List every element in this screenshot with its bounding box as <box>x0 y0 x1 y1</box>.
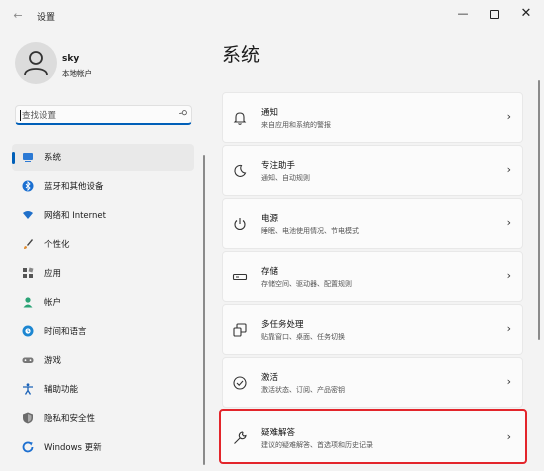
bluetooth-icon <box>22 180 34 192</box>
card-title: 电源 <box>261 214 279 224</box>
wrench-icon <box>234 431 247 444</box>
page-title: 系统 <box>222 44 261 66</box>
window-title: 设置 <box>37 13 56 23</box>
sidebar-scrollbar[interactable] <box>203 155 205 465</box>
apps-icon <box>23 267 34 278</box>
search-input[interactable]: 查找设置 ⚲ <box>15 105 192 125</box>
chevron-right-icon: › <box>506 110 511 123</box>
card-subtitle: 贴靠窗口、桌面、任务切换 <box>261 333 345 341</box>
account-type: 本地帐户 <box>62 69 92 78</box>
sidebar-item-apps[interactable]: 应用 <box>12 260 194 287</box>
search-icon[interactable]: ⚲ <box>177 109 188 117</box>
chevron-right-icon: › <box>506 375 511 388</box>
card-subtitle: 通知、自动规则 <box>261 174 310 182</box>
person-icon <box>23 297 33 308</box>
card-title: 存储 <box>261 267 279 277</box>
card-multitasking[interactable]: 多任务处理 贴靠窗口、桌面、任务切换 › <box>222 304 523 355</box>
chevron-right-icon: › <box>506 216 511 229</box>
card-activation[interactable]: 激活 激活状态、订阅、产品密钥 › <box>222 357 523 408</box>
user-name: sky <box>62 54 80 64</box>
card-title: 疑难解答 <box>261 428 296 438</box>
bell-icon <box>233 112 247 125</box>
card-notifications[interactable]: 通知 来自应用和系统的警报 › <box>222 92 523 143</box>
card-power[interactable]: 电源 睡眠、电池使用情况、节电模式 › <box>222 198 523 249</box>
back-arrow-icon[interactable]: ← <box>10 8 26 24</box>
sidebar-item-label: 个性化 <box>44 240 70 250</box>
globe-clock-icon <box>22 325 34 337</box>
maximize-icon <box>489 9 499 19</box>
sidebar-item-label: 时间和语言 <box>44 327 87 337</box>
power-icon <box>234 218 246 231</box>
storage-icon <box>232 273 248 281</box>
sidebar-item-label: 游戏 <box>44 356 62 366</box>
card-title: 激活 <box>261 373 279 383</box>
avatar <box>15 42 57 84</box>
shield-icon <box>23 412 33 424</box>
sidebar-item-accounts[interactable]: 帐户 <box>12 289 194 316</box>
maximize-button[interactable] <box>479 4 509 24</box>
chevron-right-icon: › <box>506 269 511 282</box>
check-circle-icon <box>233 376 247 390</box>
card-subtitle: 来自应用和系统的警报 <box>261 121 331 129</box>
card-storage[interactable]: 存储 存储空间、驱动器、配置规则 › <box>222 251 523 302</box>
text-caret <box>20 110 21 121</box>
sidebar-item-gaming[interactable]: 游戏 <box>12 347 194 374</box>
active-indicator <box>12 152 15 164</box>
sidebar-item-label: 应用 <box>44 269 62 279</box>
multitask-icon <box>233 323 247 337</box>
minimize-button[interactable]: — <box>448 4 478 24</box>
sidebar-item-label: Windows 更新 <box>44 443 102 453</box>
card-focus-assist[interactable]: 专注助手 通知、自动规则 › <box>222 145 523 196</box>
card-subtitle: 存储空间、驱动器、配置规则 <box>261 280 352 288</box>
sidebar-item-label: 帐户 <box>44 298 62 308</box>
moon-icon <box>234 164 247 177</box>
person-avatar-icon <box>24 51 48 76</box>
sidebar-item-label: 隐私和安全性 <box>44 414 96 424</box>
sidebar-item-label: 蓝牙和其他设备 <box>44 182 104 192</box>
card-subtitle: 激活状态、订阅、产品密钥 <box>261 386 345 394</box>
chevron-right-icon: › <box>506 163 511 176</box>
update-icon <box>22 441 34 453</box>
sidebar-item-label: 辅助功能 <box>44 385 79 395</box>
card-subtitle: 建议的疑难解答、首选项和历史记录 <box>261 441 373 449</box>
sidebar-item-windows-update[interactable]: Windows 更新 <box>12 434 194 461</box>
card-title: 多任务处理 <box>261 320 304 330</box>
sidebar-item-bluetooth[interactable]: 蓝牙和其他设备 <box>12 173 194 200</box>
sidebar-item-privacy[interactable]: 隐私和安全性 <box>12 405 194 432</box>
gamepad-icon <box>22 357 34 363</box>
sidebar-item-label: 系统 <box>44 153 62 163</box>
chevron-right-icon: › <box>506 322 511 335</box>
sidebar-item-personalization[interactable]: 个性化 <box>12 231 194 258</box>
search-placeholder: 查找设置 <box>22 111 57 121</box>
accessibility-icon <box>23 383 33 395</box>
monitor-icon <box>23 153 33 162</box>
sidebar-item-accessibility[interactable]: 辅助功能 <box>12 376 194 403</box>
sidebar-item-label: 网络和 Internet <box>44 211 106 221</box>
wifi-icon <box>23 211 33 219</box>
content-scrollbar[interactable] <box>538 80 540 340</box>
close-button[interactable]: ✕ <box>511 4 541 24</box>
card-troubleshoot[interactable]: 疑难解答 建议的疑难解答、首选项和历史记录 › <box>219 409 527 464</box>
brush-icon <box>24 239 33 249</box>
card-title: 专注助手 <box>261 161 296 171</box>
title-bar: ← 设置 — ✕ <box>0 0 544 32</box>
card-subtitle: 睡眠、电池使用情况、节电模式 <box>261 227 359 235</box>
sidebar-item-network[interactable]: 网络和 Internet <box>12 202 194 229</box>
sidebar-item-system[interactable]: 系统 <box>12 144 194 171</box>
card-title: 通知 <box>261 108 279 118</box>
sidebar-item-time-language[interactable]: 时间和语言 <box>12 318 194 345</box>
chevron-right-icon: › <box>506 430 511 443</box>
